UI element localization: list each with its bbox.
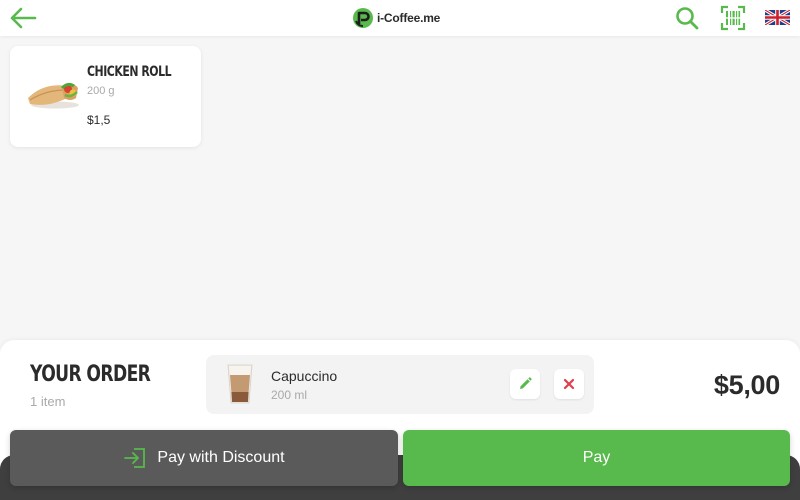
order-title: YOUR ORDER xyxy=(30,362,151,387)
arrow-left-icon xyxy=(10,7,37,29)
close-icon xyxy=(563,378,575,390)
pay-button[interactable]: Pay xyxy=(403,430,790,486)
cappuccino-cup-image xyxy=(227,364,253,404)
pay-label: Pay xyxy=(582,449,611,466)
remove-item-button[interactable] xyxy=(554,369,584,399)
top-bar: i-Coffee.me xyxy=(0,0,800,36)
uk-flag-icon xyxy=(764,8,791,27)
order-total: $5,00 xyxy=(713,370,780,400)
order-item: Capuccino 200 ml xyxy=(206,355,594,414)
product-weight: 200 g xyxy=(87,85,115,97)
barcode-scanner-button[interactable] xyxy=(720,5,746,31)
language-switch-button[interactable] xyxy=(764,8,791,27)
edit-item-button[interactable] xyxy=(510,369,540,399)
pay-with-discount-button[interactable]: Pay with Discount xyxy=(10,430,398,486)
coffee-logo-icon xyxy=(353,8,373,28)
barcode-scanner-icon xyxy=(720,5,746,31)
brand-logo: i-Coffee.me xyxy=(352,6,440,30)
logo-text: i-Coffee.me xyxy=(377,11,441,25)
product-price: $1,5 xyxy=(87,113,111,127)
search-button[interactable] xyxy=(674,5,700,31)
back-button[interactable] xyxy=(8,6,38,30)
order-item-count: 1 item xyxy=(30,394,66,409)
search-icon xyxy=(676,7,699,30)
order-item-name: Capuccino xyxy=(271,368,338,384)
pencil-icon xyxy=(520,377,532,389)
order-item-volume: 200 ml xyxy=(271,388,308,402)
chicken-roll-image xyxy=(28,82,79,109)
product-card[interactable]: CHICKEN ROLL 200 g $1,5 xyxy=(10,46,201,147)
sign-in-icon xyxy=(124,448,146,468)
product-name: CHICKEN ROLL xyxy=(87,64,172,80)
pay-with-discount-label: Pay with Discount xyxy=(157,449,285,466)
